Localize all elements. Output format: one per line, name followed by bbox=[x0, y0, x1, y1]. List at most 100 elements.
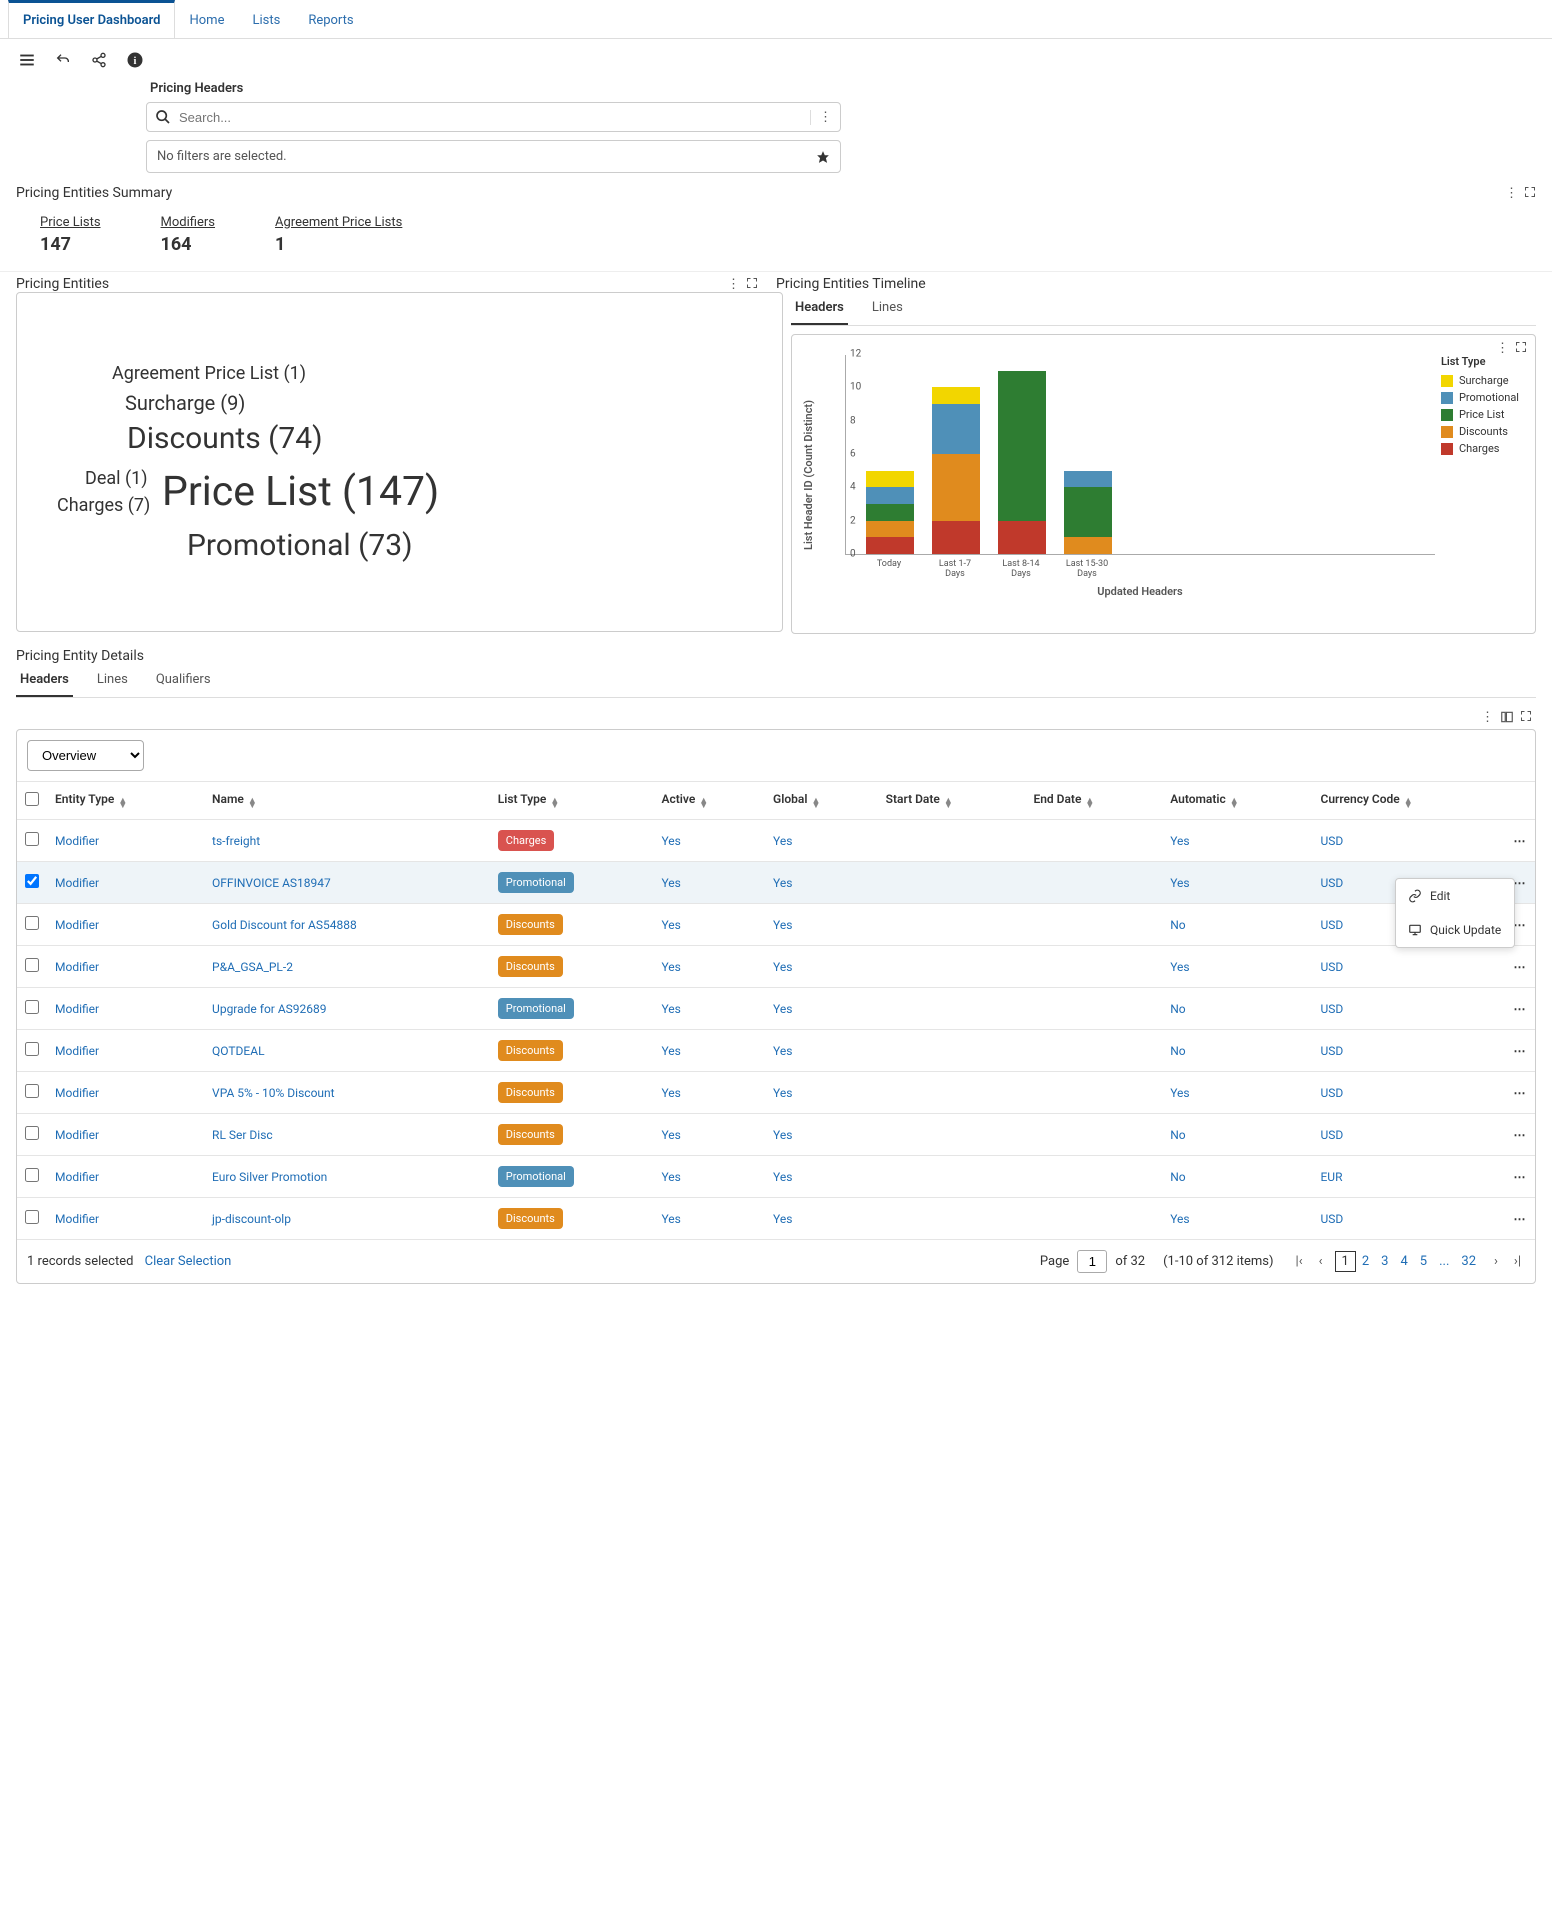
legend-item[interactable]: Surcharge bbox=[1441, 374, 1519, 387]
cell-automatic[interactable]: Yes bbox=[1162, 862, 1312, 904]
row-checkbox[interactable] bbox=[25, 832, 39, 846]
column-header[interactable]: Global▲▼ bbox=[765, 782, 878, 820]
row-actions-icon[interactable]: ⋯ bbox=[1505, 988, 1535, 1030]
summary-item[interactable]: Price Lists147 bbox=[40, 215, 101, 255]
wordcloud-term[interactable]: Price List (147) bbox=[162, 468, 439, 516]
row-actions-icon[interactable]: ⋯ bbox=[1505, 946, 1535, 988]
page-number[interactable]: 2 bbox=[1356, 1252, 1375, 1271]
column-header[interactable]: Active▲▼ bbox=[653, 782, 765, 820]
info-icon[interactable]: i bbox=[124, 49, 146, 71]
column-header[interactable]: Currency Code▲▼ bbox=[1312, 782, 1505, 820]
cell-currency[interactable]: USD bbox=[1312, 820, 1505, 862]
cell-entity-type[interactable]: Modifier bbox=[47, 820, 204, 862]
clear-selection-link[interactable]: Clear Selection bbox=[145, 1254, 232, 1269]
cell-automatic[interactable]: Yes bbox=[1162, 820, 1312, 862]
row-checkbox[interactable] bbox=[25, 916, 39, 930]
table-row[interactable]: Modifier jp-discount-olp Discounts Yes Y… bbox=[17, 1198, 1535, 1240]
details-tab[interactable]: Headers bbox=[16, 664, 73, 697]
column-header[interactable]: Entity Type▲▼ bbox=[47, 782, 204, 820]
search-kebab-icon[interactable]: ⋮ bbox=[810, 110, 832, 125]
wordcloud-term[interactable]: Charges (7) bbox=[57, 495, 150, 516]
top-tab[interactable]: Pricing User Dashboard bbox=[8, 0, 175, 38]
cell-currency[interactable]: USD bbox=[1312, 1072, 1505, 1114]
row-menu-item[interactable]: Edit bbox=[1396, 879, 1514, 913]
kebab-icon[interactable]: ⋮ bbox=[1481, 710, 1494, 725]
cell-name[interactable]: QOTDEAL bbox=[204, 1030, 490, 1072]
row-actions-icon[interactable]: ⋯ bbox=[1505, 1156, 1535, 1198]
cell-entity-type[interactable]: Modifier bbox=[47, 1198, 204, 1240]
top-tab[interactable]: Reports bbox=[294, 0, 367, 38]
legend-item[interactable]: Discounts bbox=[1441, 425, 1519, 438]
expand-icon[interactable] bbox=[746, 277, 758, 292]
cell-entity-type[interactable]: Modifier bbox=[47, 1030, 204, 1072]
row-checkbox[interactable] bbox=[25, 1210, 39, 1224]
wordcloud-term[interactable]: Discounts (74) bbox=[127, 421, 323, 456]
cell-global[interactable]: Yes bbox=[765, 820, 878, 862]
row-checkbox[interactable] bbox=[25, 1168, 39, 1182]
summary-item[interactable]: Agreement Price Lists1 bbox=[275, 215, 402, 255]
cell-currency[interactable]: USD bbox=[1312, 1030, 1505, 1072]
page-number[interactable]: 3 bbox=[1375, 1252, 1394, 1271]
row-actions-icon[interactable]: ⋯ bbox=[1505, 1198, 1535, 1240]
last-page-icon[interactable]: ›| bbox=[1510, 1252, 1525, 1271]
cell-global[interactable]: Yes bbox=[765, 1156, 878, 1198]
cell-entity-type[interactable]: Modifier bbox=[47, 1156, 204, 1198]
top-tab[interactable]: Home bbox=[175, 0, 238, 38]
share-icon[interactable] bbox=[88, 49, 110, 71]
cell-global[interactable]: Yes bbox=[765, 988, 878, 1030]
legend-item[interactable]: Price List bbox=[1441, 408, 1519, 421]
cell-active[interactable]: Yes bbox=[653, 862, 765, 904]
table-row[interactable]: Modifier Upgrade for AS92689 Promotional… bbox=[17, 988, 1535, 1030]
star-icon[interactable] bbox=[816, 150, 830, 164]
cell-currency[interactable]: USD bbox=[1312, 988, 1505, 1030]
row-checkbox[interactable] bbox=[25, 1126, 39, 1140]
page-number[interactable]: 1 bbox=[1335, 1251, 1356, 1272]
cell-name[interactable]: RL Ser Disc bbox=[204, 1114, 490, 1156]
legend-item[interactable]: Charges bbox=[1441, 442, 1519, 455]
row-menu-item[interactable]: Quick Update bbox=[1396, 913, 1514, 947]
top-tab[interactable]: Lists bbox=[238, 0, 294, 38]
details-tab[interactable]: Qualifiers bbox=[152, 664, 215, 697]
table-row[interactable]: Modifier P&A_GSA_PL-2 Discounts Yes Yes … bbox=[17, 946, 1535, 988]
wordcloud-term[interactable]: Promotional (73) bbox=[187, 528, 413, 563]
cell-entity-type[interactable]: Modifier bbox=[47, 946, 204, 988]
row-checkbox[interactable] bbox=[25, 958, 39, 972]
table-row[interactable]: Modifier QOTDEAL Discounts Yes Yes No US… bbox=[17, 1030, 1535, 1072]
cell-name[interactable]: Euro Silver Promotion bbox=[204, 1156, 490, 1198]
row-checkbox[interactable] bbox=[25, 1042, 39, 1056]
cell-currency[interactable]: USD bbox=[1312, 1198, 1505, 1240]
expand-icon[interactable] bbox=[1520, 710, 1532, 725]
summary-item[interactable]: Modifiers164 bbox=[161, 215, 215, 255]
row-actions-icon[interactable]: ⋯ bbox=[1505, 1072, 1535, 1114]
chart-bar[interactable] bbox=[1064, 471, 1112, 554]
cell-automatic[interactable]: No bbox=[1162, 988, 1312, 1030]
cell-entity-type[interactable]: Modifier bbox=[47, 862, 204, 904]
wordcloud-term[interactable]: Surcharge (9) bbox=[125, 391, 245, 415]
cell-automatic[interactable]: Yes bbox=[1162, 1198, 1312, 1240]
cell-active[interactable]: Yes bbox=[653, 1114, 765, 1156]
cell-active[interactable]: Yes bbox=[653, 1198, 765, 1240]
cell-active[interactable]: Yes bbox=[653, 946, 765, 988]
menu-icon[interactable] bbox=[16, 49, 38, 71]
page-number[interactable]: 5 bbox=[1414, 1252, 1433, 1271]
table-row[interactable]: Modifier ts-freight Charges Yes Yes Yes … bbox=[17, 820, 1535, 862]
cell-global[interactable]: Yes bbox=[765, 1198, 878, 1240]
wordcloud-term[interactable]: Agreement Price List (1) bbox=[112, 363, 306, 384]
cell-currency[interactable]: EUR bbox=[1312, 1156, 1505, 1198]
cell-global[interactable]: Yes bbox=[765, 1072, 878, 1114]
kebab-icon[interactable]: ⋮ bbox=[1505, 186, 1518, 201]
wordcloud-term[interactable]: Deal (1) bbox=[85, 468, 148, 489]
cell-global[interactable]: Yes bbox=[765, 862, 878, 904]
cell-active[interactable]: Yes bbox=[653, 988, 765, 1030]
cell-automatic[interactable]: No bbox=[1162, 1030, 1312, 1072]
timeline-tab[interactable]: Headers bbox=[791, 292, 848, 325]
next-page-icon[interactable]: › bbox=[1490, 1252, 1502, 1271]
cell-global[interactable]: Yes bbox=[765, 1114, 878, 1156]
page-number[interactable]: 4 bbox=[1394, 1252, 1413, 1271]
row-checkbox[interactable] bbox=[25, 1000, 39, 1014]
column-header[interactable]: List Type▲▼ bbox=[490, 782, 654, 820]
undo-icon[interactable] bbox=[52, 49, 74, 71]
columns-icon[interactable] bbox=[1500, 710, 1514, 725]
cell-global[interactable]: Yes bbox=[765, 946, 878, 988]
cell-active[interactable]: Yes bbox=[653, 1030, 765, 1072]
